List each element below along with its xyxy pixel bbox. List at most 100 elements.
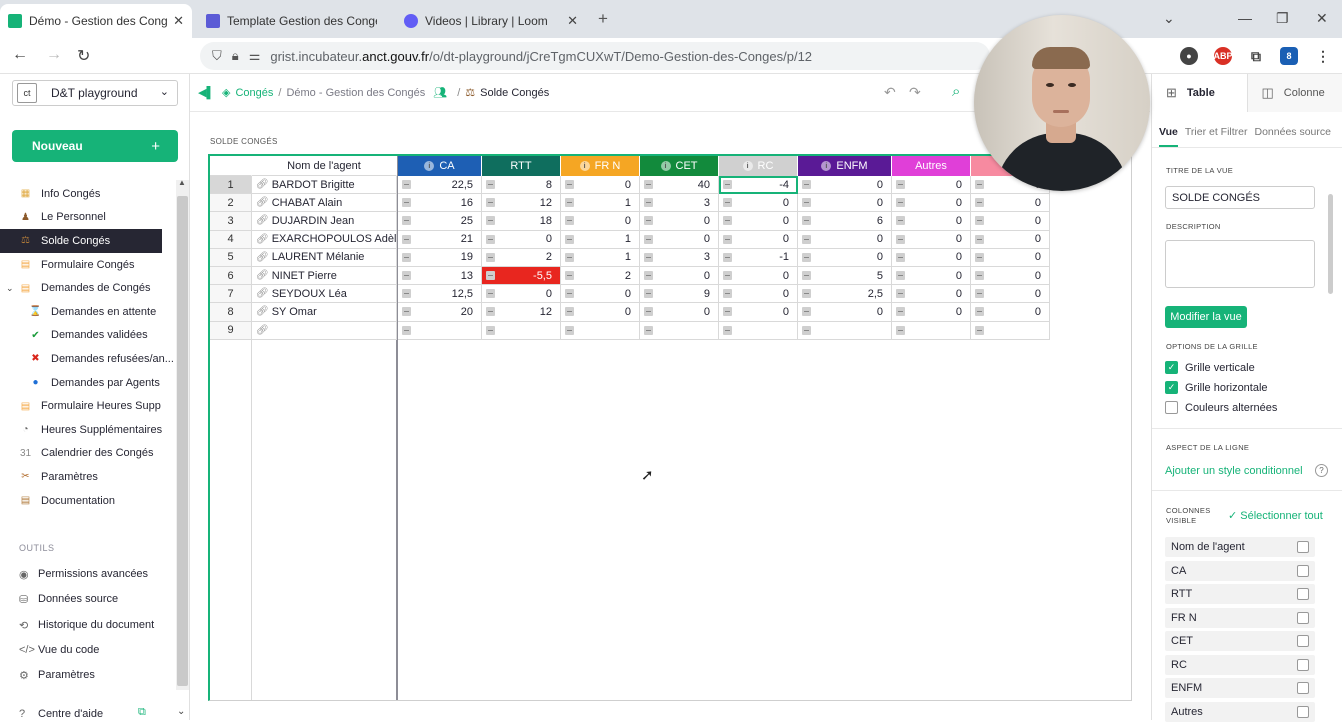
tool-item[interactable]: </>Vue du code (19, 640, 99, 660)
data-cell[interactable]: 0 (892, 231, 971, 249)
scroll-up-icon[interactable]: ▲ (178, 178, 186, 187)
checkbox-unchecked-icon[interactable] (1297, 706, 1309, 718)
data-cell[interactable]: 1 (561, 249, 640, 267)
extensions-icon[interactable]: ⧉ (1247, 47, 1265, 65)
vertical-grid-option[interactable]: ✓ Grille verticale (1165, 361, 1255, 374)
data-cell[interactable]: 1 (561, 194, 640, 212)
data-cell[interactable]: -5,5 (482, 267, 561, 285)
modify-view-button[interactable]: Modifier la vue (1165, 306, 1247, 328)
browser-tab-grist[interactable]: Démo - Gestion des Congés - G ✕ (0, 4, 192, 38)
data-cell[interactable]: 0 (482, 285, 561, 303)
data-cell[interactable]: 0 (640, 231, 719, 249)
chevron-down-icon[interactable]: ⌄ (1163, 10, 1175, 27)
checkbox-unchecked-icon[interactable] (1297, 588, 1309, 600)
data-cell[interactable]: 19 (398, 249, 482, 267)
data-cell[interactable]: 40 (640, 176, 719, 194)
data-cell[interactable]: 0 (971, 267, 1050, 285)
external-link-icon[interactable]: ⧉ (138, 706, 146, 719)
data-cell[interactable]: 20 (398, 303, 482, 321)
visible-column-item[interactable]: Autres (1165, 702, 1315, 722)
undo-icon[interactable]: ↶ (884, 84, 896, 101)
tool-item[interactable]: ⟲Historique du document (19, 615, 154, 635)
org-selector[interactable]: ct D&T playground ⌄ (12, 80, 178, 106)
sidebar-item[interactable]: ⌄▤Demandes de Congés (0, 276, 176, 300)
horizontal-grid-option[interactable]: ✓ Grille horizontale (1165, 381, 1268, 394)
row-number[interactable]: 6 (210, 267, 252, 285)
back-icon[interactable]: ← (12, 46, 28, 64)
data-cell[interactable]: 12,5 (398, 285, 482, 303)
data-cell[interactable]: 0 (798, 249, 892, 267)
menu-icon[interactable]: ⋮ (1314, 47, 1332, 65)
data-cell[interactable] (482, 322, 561, 340)
checkbox-unchecked-icon[interactable] (1297, 565, 1309, 577)
cell-agent-name[interactable]: 🔗︎EXARCHOPOULOS Adèle (252, 231, 397, 249)
checkbox-unchecked-icon[interactable] (1297, 659, 1309, 671)
view-title-input[interactable]: SOLDE CONGÉS (1165, 186, 1315, 209)
new-button[interactable]: Nouveau + (12, 130, 178, 162)
data-cell[interactable]: 1 (561, 231, 640, 249)
data-cell[interactable]: 0 (892, 249, 971, 267)
help-center-link[interactable]: ?Centre d'aide (19, 704, 103, 724)
new-tab-icon[interactable]: + (598, 9, 608, 29)
visible-column-item[interactable]: FR N (1165, 608, 1315, 628)
column-header-fr-n[interactable]: iFR N (561, 156, 640, 176)
row-number[interactable]: 8 (210, 303, 252, 321)
sidebar-item[interactable]: ⌛Demandes en attente (0, 300, 176, 324)
sidebar-item[interactable]: ⚖Solde Congés (0, 229, 162, 253)
cell-agent-name[interactable]: 🔗︎SY Omar (252, 303, 397, 321)
row-number[interactable]: 5 (210, 249, 252, 267)
breadcrumb-document[interactable]: Démo - Gestion des Congés (286, 87, 425, 99)
data-cell[interactable]: 0 (561, 212, 640, 230)
data-cell[interactable]: 0 (640, 212, 719, 230)
sidebar-item[interactable]: 31Calendrier des Congés (0, 442, 176, 466)
data-cell[interactable]: 16 (398, 194, 482, 212)
data-cell[interactable]: 3 (640, 194, 719, 212)
data-cell[interactable]: 18 (482, 212, 561, 230)
column-header-rc[interactable]: iRC (719, 156, 798, 176)
description-input[interactable] (1165, 240, 1315, 288)
data-cell[interactable] (971, 322, 1050, 340)
data-cell[interactable]: 5 (798, 267, 892, 285)
browser-tab-loom[interactable]: Videos | Library | Loom ✕ (396, 4, 586, 38)
tool-item[interactable]: ⚙Paramètres (19, 665, 95, 685)
data-cell[interactable]: 0 (892, 194, 971, 212)
row-number[interactable]: 4 (210, 231, 252, 249)
data-cell[interactable]: 0 (640, 267, 719, 285)
cell-agent-name[interactable]: 🔗︎DUJARDIN Jean (252, 212, 397, 230)
minimize-icon[interactable]: — (1238, 10, 1252, 26)
sidebar-item[interactable]: ▦Info Congés (0, 182, 176, 206)
data-cell[interactable]: 9 (640, 285, 719, 303)
row-number[interactable]: 2 (210, 194, 252, 212)
redo-icon[interactable]: ↷ (909, 84, 921, 101)
data-cell[interactable]: 0 (798, 303, 892, 321)
data-cell[interactable]: 0 (561, 285, 640, 303)
data-cell[interactable]: 0 (892, 285, 971, 303)
subtab-view[interactable]: Vue (1159, 126, 1178, 147)
visible-column-item[interactable]: RC (1165, 655, 1315, 675)
data-cell[interactable]: 0 (719, 231, 798, 249)
data-cell[interactable] (798, 322, 892, 340)
cell-agent-name[interactable]: 🔗︎ (252, 322, 397, 340)
sidebar-item[interactable]: ◔Heures Supplémentaires (0, 418, 176, 442)
checkbox-unchecked-icon[interactable] (1297, 635, 1309, 647)
row-number[interactable]: 9 (210, 322, 252, 340)
data-cell[interactable]: 25 (398, 212, 482, 230)
adblock-icon[interactable]: ABP (1214, 47, 1232, 65)
breadcrumb-page[interactable]: Solde Congés (480, 87, 549, 99)
forward-icon[interactable]: → (46, 46, 62, 64)
data-cell[interactable]: 0 (719, 194, 798, 212)
checkbox-unchecked-icon[interactable] (1297, 541, 1309, 553)
data-cell[interactable]: 0 (892, 212, 971, 230)
checkbox-unchecked-icon[interactable] (1297, 612, 1309, 624)
data-cell[interactable]: 0 (971, 285, 1050, 303)
sidebar-item[interactable]: ▤Documentation (0, 489, 176, 513)
data-cell[interactable]: 0 (798, 231, 892, 249)
column-header-rtt[interactable]: RTT (482, 156, 561, 176)
data-cell[interactable]: 0 (971, 303, 1050, 321)
data-cell[interactable]: 0 (719, 267, 798, 285)
browser-tab-template[interactable]: Template Gestion des Congés e (198, 4, 394, 38)
restore-icon[interactable]: ❐ (1276, 10, 1289, 27)
chevron-down-icon[interactable]: ⌄ (6, 283, 14, 294)
data-cell[interactable]: 0 (719, 212, 798, 230)
cell-agent-name[interactable]: 🔗︎CHABAT Alain (252, 194, 397, 212)
